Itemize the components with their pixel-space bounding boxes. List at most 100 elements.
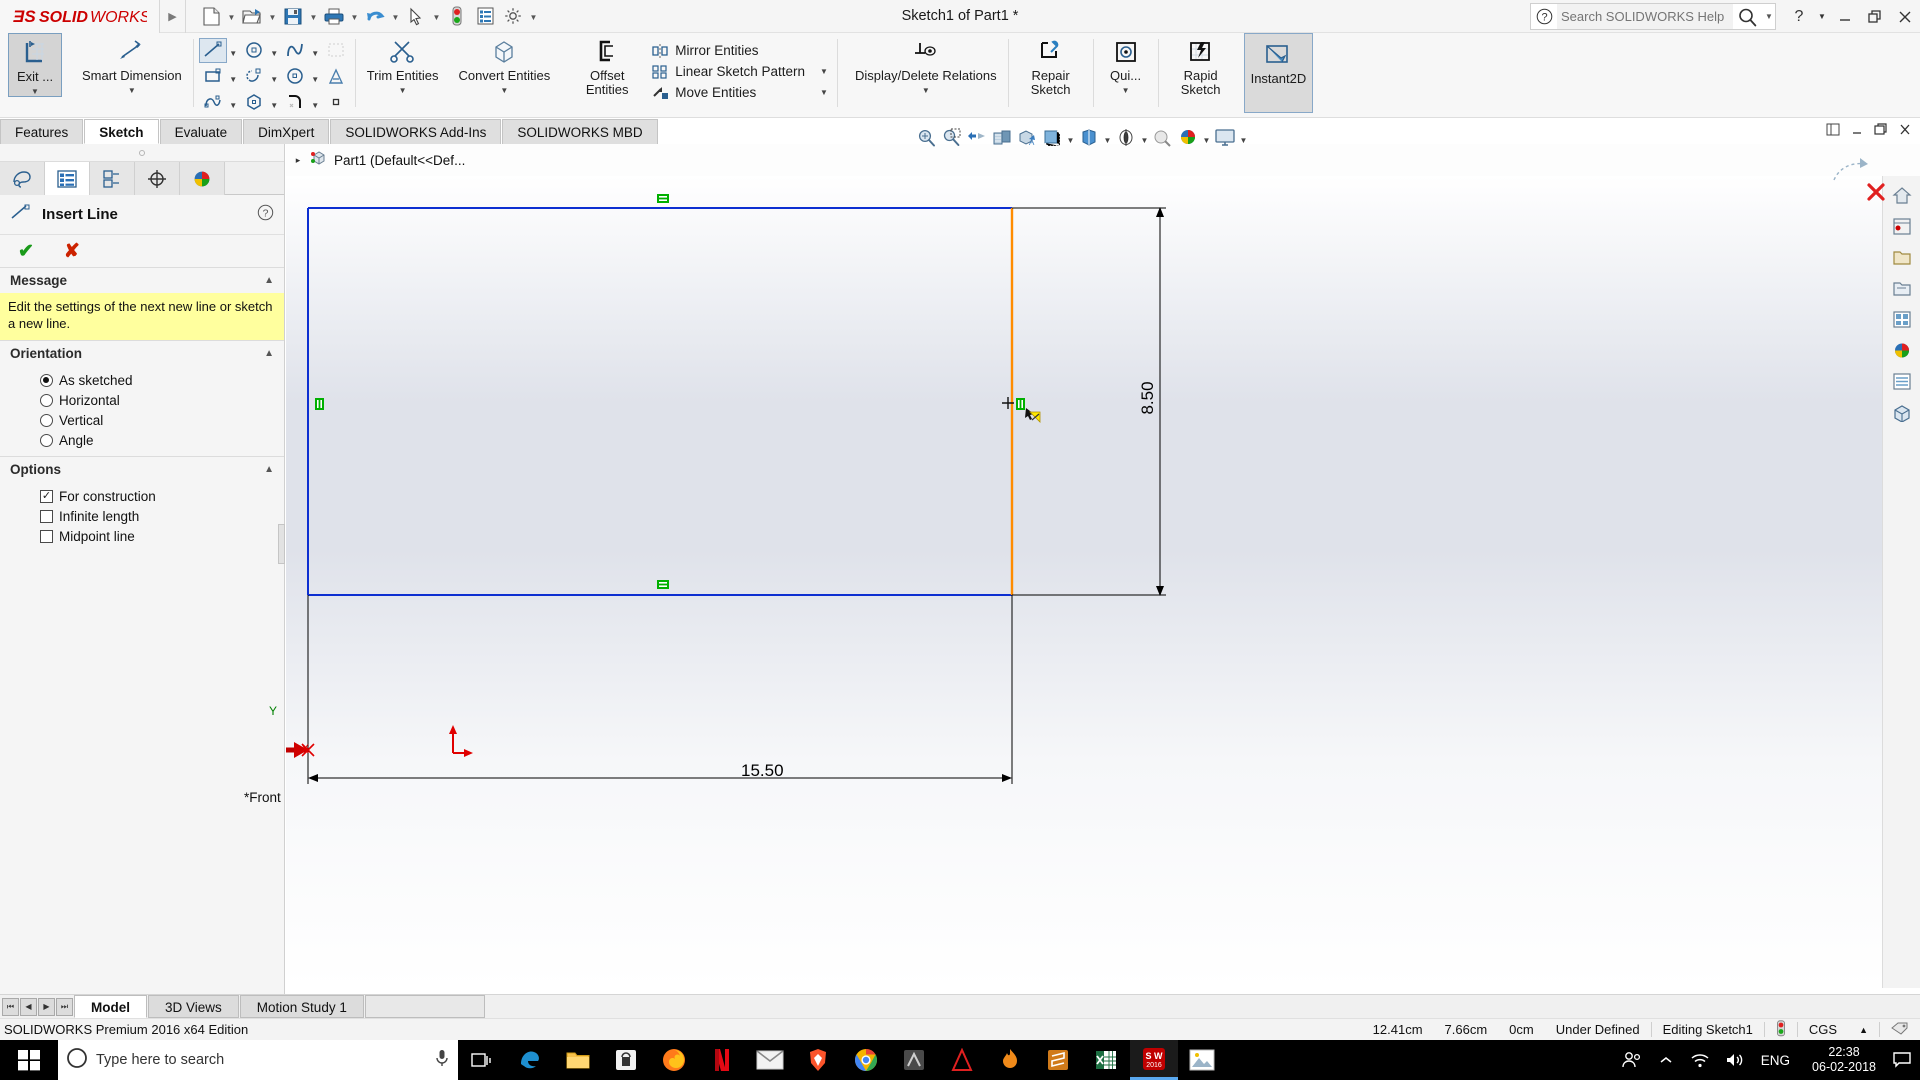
radio-vertical[interactable]: Vertical xyxy=(0,410,284,430)
configuration-manager-tab[interactable] xyxy=(90,162,135,195)
new-document-dropdown[interactable]: ▼ xyxy=(226,3,237,29)
clock[interactable]: 22:38 06-02-2018 xyxy=(1800,1045,1888,1075)
fillet-tool-dropdown[interactable]: ▼ xyxy=(309,90,322,115)
mail-icon[interactable] xyxy=(746,1040,794,1080)
microphone-icon[interactable] xyxy=(434,1048,450,1073)
unit-system[interactable]: CGS xyxy=(1798,1022,1848,1037)
task-view-icon[interactable] xyxy=(458,1040,506,1080)
chevron-up-icon[interactable]: ▲ xyxy=(264,464,274,475)
hide-show-items-caret[interactable]: ▼ xyxy=(1102,125,1113,149)
property-manager-tab[interactable] xyxy=(45,162,90,195)
display-style-icon[interactable] xyxy=(1040,125,1064,149)
bottom-tab-model[interactable]: Model xyxy=(74,995,147,1018)
file-properties-icon[interactable] xyxy=(472,3,498,29)
linear-sketch-pattern-button[interactable]: Linear Sketch Pattern ▼ xyxy=(650,61,832,82)
help-dropdown-caret[interactable]: ▼ xyxy=(1814,0,1830,33)
minimize-button[interactable] xyxy=(1830,0,1860,33)
excel-icon[interactable] xyxy=(1082,1040,1130,1080)
circle-tool-button[interactable] xyxy=(240,38,268,63)
menu-expand-arrow[interactable]: ▶ xyxy=(160,0,186,33)
appearances-scenes-icon[interactable] xyxy=(1887,337,1917,364)
first-tab-button[interactable]: ⏮ xyxy=(2,997,19,1016)
exit-sketch-button[interactable]: Exit ... ▼ xyxy=(8,33,62,97)
spline-points-icon[interactable] xyxy=(199,90,227,115)
people-icon[interactable] xyxy=(1615,1040,1649,1080)
mirror-entities-button[interactable]: Mirror Entities xyxy=(650,40,832,61)
section-header-message[interactable]: Message ▲ xyxy=(0,267,284,293)
ansys-icon[interactable] xyxy=(938,1040,986,1080)
firefox-icon[interactable] xyxy=(650,1040,698,1080)
taskbar-search[interactable]: Type here to search xyxy=(58,1040,458,1080)
zoom-to-fit-icon[interactable] xyxy=(915,125,939,149)
action-center-icon[interactable] xyxy=(1888,1040,1916,1080)
select-dropdown[interactable]: ▼ xyxy=(431,3,442,29)
display-delete-relations-button[interactable]: Display/Delete Relations ▼ xyxy=(849,33,1003,95)
tab-evaluate[interactable]: Evaluate xyxy=(159,119,243,144)
repair-sketch-button[interactable]: Repair Sketch xyxy=(1014,33,1088,97)
sketch-fillet-icon[interactable] xyxy=(281,90,309,115)
undo-dropdown[interactable]: ▼ xyxy=(390,3,401,29)
radio-horizontal[interactable]: Horizontal xyxy=(0,390,284,410)
display-style-caret[interactable]: ▼ xyxy=(1065,125,1076,149)
help-question-icon[interactable]: ? xyxy=(257,204,274,226)
quick-snaps-button[interactable]: Qui... ▼ xyxy=(1099,33,1153,95)
traffic-light-icon[interactable] xyxy=(444,3,470,29)
search-icon[interactable] xyxy=(1733,4,1763,29)
polygon-tool-dropdown[interactable]: ▼ xyxy=(268,90,281,115)
smart-dimension-button[interactable]: Smart Dimension ▼ xyxy=(76,33,188,95)
printer-icon[interactable] xyxy=(321,3,347,29)
text-a-icon[interactable] xyxy=(322,64,350,89)
circle-tool-dropdown[interactable]: ▼ xyxy=(268,38,281,63)
undo-arrow-icon[interactable] xyxy=(362,3,388,29)
spline-tool-dropdown[interactable]: ▼ xyxy=(309,38,322,63)
horizontal-dimension-value[interactable]: 15.50 xyxy=(741,761,784,781)
exit-sketch-dropdown[interactable]: ▼ xyxy=(31,87,39,96)
move-entities-button[interactable]: Move Entities ▼ xyxy=(650,82,832,103)
checkbox-for-construction[interactable]: ✓ For construction xyxy=(0,486,284,506)
edge-icon[interactable] xyxy=(506,1040,554,1080)
save-document-dropdown[interactable]: ▼ xyxy=(308,3,319,29)
point-icon[interactable] xyxy=(322,90,350,115)
slot-tool-button[interactable] xyxy=(240,64,268,89)
open-document-dropdown[interactable]: ▼ xyxy=(267,3,278,29)
search-dropdown-caret[interactable]: ▼ xyxy=(1763,4,1775,29)
radio-angle[interactable]: Angle xyxy=(0,430,284,450)
search-input[interactable] xyxy=(1557,4,1733,29)
sublime-text-icon[interactable] xyxy=(1034,1040,1082,1080)
rectangle-tool-button[interactable] xyxy=(199,64,227,89)
polygon-icon[interactable] xyxy=(240,90,268,115)
autocad-icon[interactable] xyxy=(890,1040,938,1080)
tab-dimxpert[interactable]: DimXpert xyxy=(243,119,330,144)
linear-sketch-pattern-dropdown[interactable]: ▼ xyxy=(810,67,828,76)
brave-icon[interactable] xyxy=(794,1040,842,1080)
arc-tool-dropdown[interactable]: ▼ xyxy=(309,64,322,89)
arc-tool-button[interactable] xyxy=(281,64,309,89)
close-button[interactable] xyxy=(1890,0,1920,33)
windows-start-icon[interactable] xyxy=(0,1040,58,1080)
chevron-up-icon[interactable] xyxy=(1649,1040,1683,1080)
pin-ribbon-icon[interactable] xyxy=(1824,123,1842,139)
panel-resize-handle[interactable] xyxy=(278,524,285,564)
design-library-icon[interactable] xyxy=(1887,244,1917,271)
edit-appearance-caret[interactable]: ▼ xyxy=(1139,125,1150,149)
gear-icon[interactable] xyxy=(500,3,526,29)
section-header-options[interactable]: Options ▲ xyxy=(0,456,284,482)
microsoft-store-icon[interactable] xyxy=(602,1040,650,1080)
help-search-box[interactable]: ? ▼ xyxy=(1530,3,1776,30)
dimxpert-manager-tab[interactable] xyxy=(135,162,180,195)
instant2d-button[interactable]: Instant2D xyxy=(1243,33,1314,113)
traffic-light-icon[interactable] xyxy=(1765,1019,1797,1040)
photos-icon[interactable] xyxy=(1178,1040,1226,1080)
chevron-up-icon[interactable]: ▲ xyxy=(264,275,274,286)
new-document-icon[interactable] xyxy=(198,3,224,29)
vertical-dimension-value[interactable]: 8.50 xyxy=(1138,378,1158,418)
wifi-icon[interactable] xyxy=(1683,1040,1717,1080)
appearance-sphere-caret[interactable]: ▼ xyxy=(1201,125,1212,149)
restore-button[interactable] xyxy=(1860,0,1890,33)
tree-expand-arrow[interactable]: ▸ xyxy=(292,155,304,166)
quick-snaps-dropdown[interactable]: ▼ xyxy=(1122,86,1130,95)
apply-scene-icon[interactable] xyxy=(1151,125,1175,149)
display-manager-tab[interactable] xyxy=(180,162,225,195)
save-disk-icon[interactable] xyxy=(280,3,306,29)
checkbox-infinite-length[interactable]: Infinite length xyxy=(0,506,284,526)
